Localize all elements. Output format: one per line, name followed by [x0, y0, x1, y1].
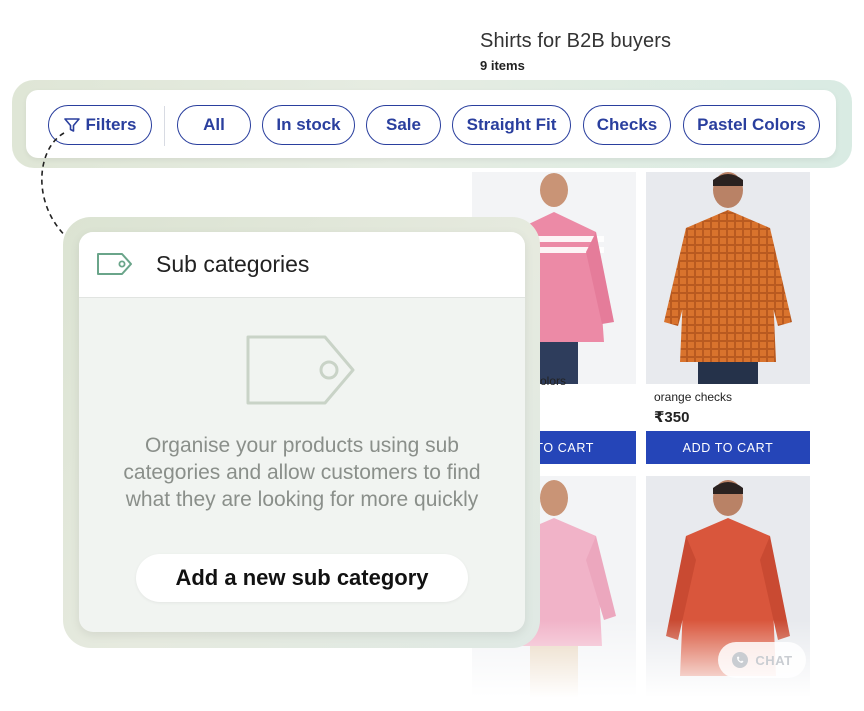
filter-bar: Filters All In stock Sale Straight Fit C…: [26, 90, 836, 158]
subcategories-panel: Sub categories Organise your products us…: [79, 232, 525, 632]
chip-in-stock[interactable]: In stock: [262, 105, 355, 145]
panel-description: Organise your products using sub categor…: [99, 432, 505, 513]
items-count: 9 items: [480, 58, 525, 73]
chip-pastel-colors[interactable]: Pastel Colors: [683, 105, 820, 145]
panel-header: Sub categories: [79, 232, 525, 298]
description-line: what they are looking for more quickly: [125, 488, 479, 511]
tag-icon: [246, 335, 355, 405]
filters-label: Filters: [85, 115, 137, 134]
product-info: orange checks ₹350: [654, 390, 732, 426]
filters-button[interactable]: Filters: [48, 105, 152, 145]
product-card[interactable]: orange checks ₹350 ADD TO CART: [646, 172, 810, 464]
description-line: categories and allow customers to find: [123, 461, 481, 484]
whatsapp-icon: [732, 652, 749, 668]
description-line: Organise your products using sub: [144, 434, 459, 457]
panel-title: Sub categories: [156, 251, 310, 277]
add-sub-category-button[interactable]: Add a new sub category: [136, 554, 468, 602]
chip-checks[interactable]: Checks: [583, 105, 671, 145]
product-image[interactable]: [646, 172, 810, 384]
chat-button[interactable]: CHAT: [718, 642, 806, 678]
page-title: Shirts for B2B buyers: [480, 30, 672, 52]
product-name: olors: [540, 374, 567, 388]
filter-divider: [164, 106, 165, 146]
product-name: orange checks: [654, 390, 733, 404]
chat-label: CHAT: [755, 652, 793, 668]
product-price: ₹350: [654, 409, 690, 426]
chip-sale[interactable]: Sale: [366, 105, 441, 145]
page-header: Shirts for B2B buyers 9 items: [480, 30, 671, 73]
tag-icon: [97, 253, 132, 275]
chip-straight-fit[interactable]: Straight Fit: [452, 105, 571, 145]
add-to-cart-button[interactable]: ADD TO CART: [646, 431, 810, 464]
funnel-icon: [64, 118, 81, 132]
chip-all[interactable]: All: [177, 105, 251, 145]
